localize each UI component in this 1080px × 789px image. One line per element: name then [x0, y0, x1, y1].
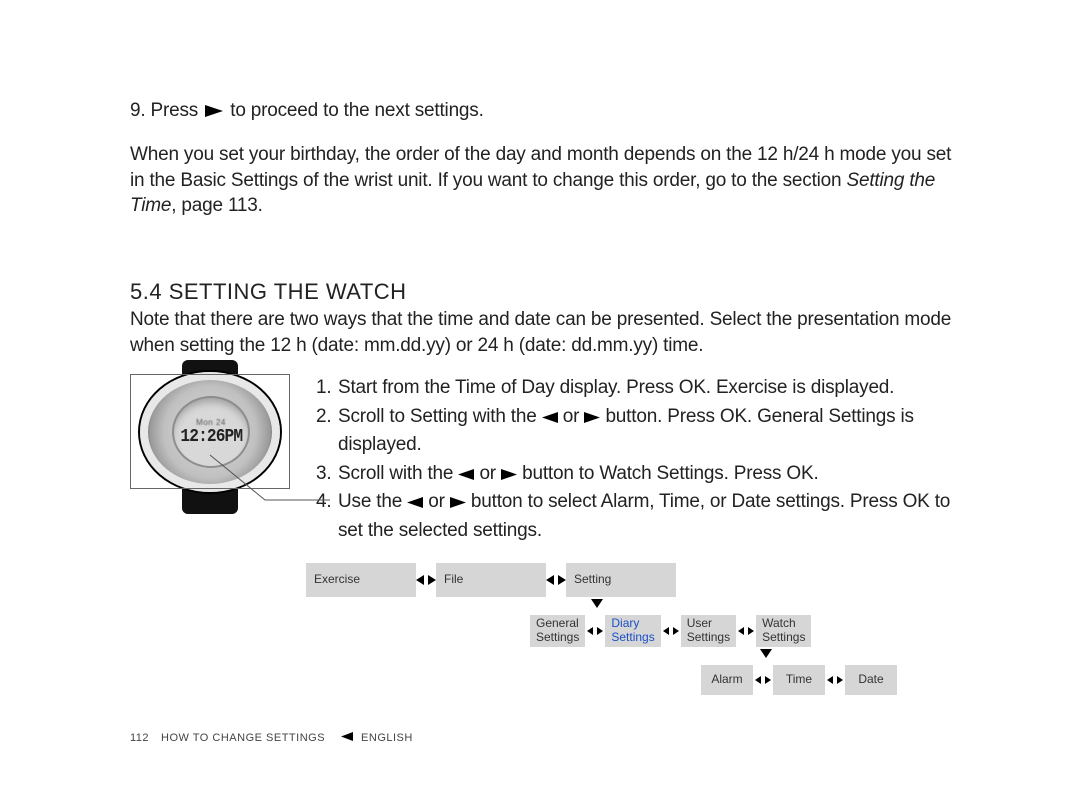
nav-arrow-lr-icon — [736, 627, 756, 635]
nav-arrow-lr-icon — [661, 627, 681, 635]
intro-a: When you set your birthday, the order of… — [130, 144, 951, 191]
right-arrow-icon — [584, 412, 600, 423]
right-arrow-icon — [501, 469, 517, 480]
step-3: 3. Scroll with the or button to Watch Se… — [316, 460, 970, 489]
nav-exercise: Exercise — [306, 563, 416, 597]
nav-row-3: Alarm Time Date — [701, 665, 970, 695]
nav-arrow-lr-icon — [585, 627, 605, 635]
nav-arrow-lr-icon — [546, 575, 566, 585]
manual-page: 9. Press to proceed to the next settings… — [0, 0, 1080, 789]
watch-time-label: 12:26PM — [180, 427, 242, 447]
step9-suffix: to proceed to the next settings. — [225, 100, 484, 121]
left-arrow-icon — [341, 732, 353, 744]
right-arrow-icon — [205, 105, 223, 117]
nav-date: Date — [845, 665, 897, 695]
nav-down-arrow — [760, 647, 970, 659]
left-arrow-icon — [542, 412, 558, 423]
nav-user-settings: User Settings — [681, 615, 736, 647]
right-arrow-icon — [450, 497, 466, 508]
nav-diary-settings: Diary Settings — [605, 615, 660, 647]
step-4-text: Use the or button to select Alarm, Time,… — [338, 488, 970, 545]
intro-b: , page 113. — [171, 195, 262, 216]
left-arrow-icon — [407, 497, 423, 508]
watch-day-label: Mon 24 — [196, 418, 226, 427]
step9-prefix: 9. Press — [130, 100, 203, 121]
nav-general-settings: General Settings — [530, 615, 585, 647]
step-3-text: Scroll with the or button to Watch Setti… — [338, 460, 819, 489]
nav-row-1: Exercise File Setting — [306, 563, 970, 597]
nav-alarm: Alarm — [701, 665, 753, 695]
down-arrow-icon — [760, 647, 772, 659]
nav-row-2: General Settings Diary Settings User Set… — [530, 615, 970, 647]
nav-arrow-lr-icon — [416, 575, 436, 585]
connector-line-icon — [210, 455, 350, 510]
nav-down-arrow — [591, 597, 970, 609]
menu-navigation-diagram: Exercise File Setting General Settings D… — [306, 563, 970, 695]
step-2: 2. Scroll to Setting with the or button.… — [316, 403, 970, 460]
footer-page-number: 112 — [130, 732, 149, 744]
step-4: 4. Use the or button to select Alarm, Ti… — [316, 488, 970, 545]
step-1-text: Start from the Time of Day display. Pres… — [338, 374, 894, 403]
section-heading: 5.4 SETTING THE WATCH — [130, 279, 970, 305]
nav-time: Time — [773, 665, 825, 695]
nav-arrow-lr-icon — [753, 676, 773, 684]
nav-arrow-lr-icon — [825, 676, 845, 684]
section-note: Note that there are two ways that the ti… — [130, 307, 970, 358]
intro-paragraph: When you set your birthday, the order of… — [130, 142, 970, 219]
steps-list: 1. Start from the Time of Day display. P… — [298, 374, 970, 545]
page-footer: 112 HOW TO CHANGE SETTINGS ENGLISH — [130, 732, 413, 744]
step-1: 1. Start from the Time of Day display. P… — [316, 374, 970, 403]
left-arrow-icon — [458, 469, 474, 480]
step-2-text: Scroll to Setting with the or button. Pr… — [338, 403, 970, 460]
nav-setting: Setting — [566, 563, 676, 597]
footer-lang: ENGLISH — [361, 732, 413, 744]
nav-file: File — [436, 563, 546, 597]
step-9-line: 9. Press to proceed to the next settings… — [130, 100, 970, 122]
nav-watch-settings: Watch Settings — [756, 615, 811, 647]
down-arrow-icon — [591, 597, 603, 609]
footer-section: HOW TO CHANGE SETTINGS — [161, 732, 325, 744]
